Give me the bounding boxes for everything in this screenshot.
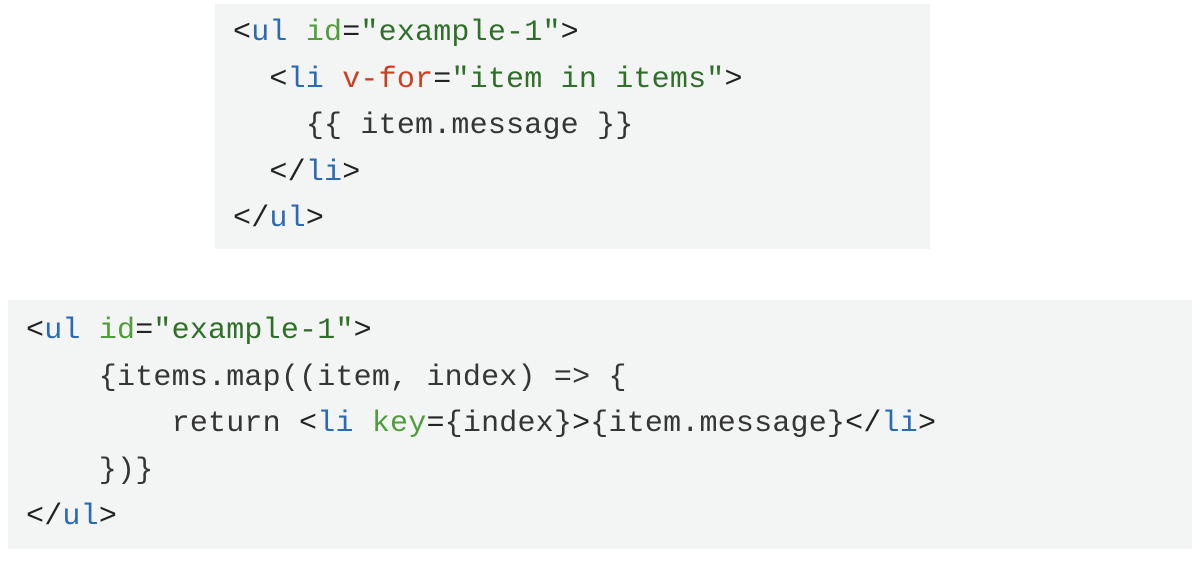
code-line: })} (26, 448, 1174, 495)
code-line: </ul> (233, 196, 912, 243)
code-token: = (433, 63, 451, 97)
code-token (288, 16, 306, 50)
code-token: li (317, 407, 353, 441)
code-token: > (561, 16, 579, 50)
code-line: <li v-for="item in items"> (233, 57, 912, 104)
code-block-vue: <ul id="example-1"> <li v-for="item in i… (215, 4, 930, 249)
code-token: li (882, 407, 918, 441)
code-token: {items.map((item, index) => { (26, 361, 627, 395)
code-line: {items.map((item, index) => { (26, 355, 1174, 402)
code-token: < (26, 314, 44, 348)
code-line: <ul id="example-1"> (26, 308, 1174, 355)
code-token: > (724, 63, 742, 97)
code-token (324, 63, 342, 97)
code-token: < (233, 16, 251, 50)
code-token (233, 63, 269, 97)
code-token: "item in items" (451, 63, 724, 97)
code-token: > (342, 156, 360, 190)
code-token: li (288, 63, 324, 97)
code-token: </ (845, 407, 881, 441)
code-token: > (306, 202, 324, 236)
code-token: v-for (342, 63, 433, 97)
code-line: <ul id="example-1"> (233, 10, 912, 57)
code-line: {{ item.message }} (233, 103, 912, 150)
code-token (233, 156, 269, 190)
code-token: < (299, 407, 317, 441)
code-token: return (26, 407, 299, 441)
code-line: </ul> (26, 494, 1174, 541)
code-token: > (918, 407, 936, 441)
code-token (233, 109, 306, 143)
code-token: > (99, 500, 117, 534)
code-token: = (426, 407, 444, 441)
code-token (354, 407, 372, 441)
code-token: key (372, 407, 427, 441)
code-token: = (135, 314, 153, 348)
code-token: </ (26, 500, 62, 534)
code-token: })} (26, 454, 153, 488)
code-token: id (306, 16, 342, 50)
code-token: ul (251, 16, 287, 50)
code-token: < (269, 63, 287, 97)
code-token (81, 314, 99, 348)
code-token: "example-1" (360, 16, 560, 50)
code-token: > (572, 407, 590, 441)
code-token: > (354, 314, 372, 348)
code-block-jsx: <ul id="example-1"> {items.map((item, in… (8, 300, 1192, 549)
code-token: {index} (445, 407, 572, 441)
code-token: "example-1" (153, 314, 353, 348)
code-line: </li> (233, 150, 912, 197)
code-token: = (342, 16, 360, 50)
code-token: </ (269, 156, 305, 190)
code-token: ul (62, 500, 98, 534)
code-token: li (306, 156, 342, 190)
code-token: ul (44, 314, 80, 348)
code-token: {{ item.message }} (306, 109, 634, 143)
code-line: return <li key={index}>{item.message}</l… (26, 401, 1174, 448)
code-token: </ (233, 202, 269, 236)
code-token: {item.message} (590, 407, 845, 441)
code-token: ul (269, 202, 305, 236)
code-token: id (99, 314, 135, 348)
